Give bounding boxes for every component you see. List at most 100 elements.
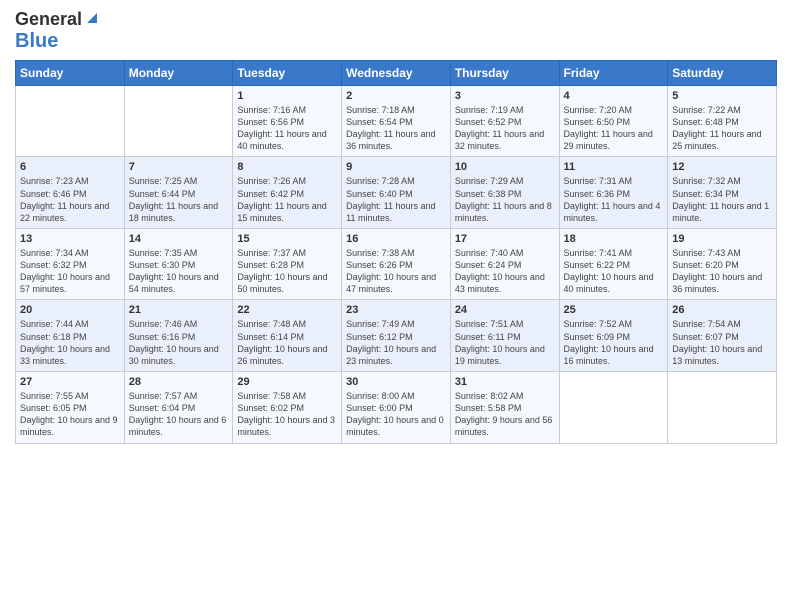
calendar-week-5: 27 Sunrise: 7:55 AM Sunset: 6:05 PM Dayli… xyxy=(16,372,777,444)
cell-content: Sunrise: 7:57 AM Sunset: 6:04 PM Dayligh… xyxy=(129,390,229,439)
cell-content: Sunrise: 7:41 AM Sunset: 6:22 PM Dayligh… xyxy=(564,247,664,296)
cell-content: Sunrise: 7:31 AM Sunset: 6:36 PM Dayligh… xyxy=(564,175,664,224)
cell-content: Sunrise: 7:40 AM Sunset: 6:24 PM Dayligh… xyxy=(455,247,555,296)
calendar-cell: 5 Sunrise: 7:22 AM Sunset: 6:48 PM Daylig… xyxy=(668,85,777,157)
calendar-table: SundayMondayTuesdayWednesdayThursdayFrid… xyxy=(15,60,777,444)
calendar-cell: 31Sunrise: 8:02 AM Sunset: 5:58 PM Dayli… xyxy=(450,372,559,444)
day-number: 27 xyxy=(20,376,120,388)
calendar-cell xyxy=(668,372,777,444)
calendar-cell: 13 Sunrise: 7:34 AM Sunset: 6:32 PM Dayli… xyxy=(16,228,125,300)
cell-content: Sunrise: 7:16 AM Sunset: 6:56 PM Dayligh… xyxy=(237,104,337,153)
calendar-header-row: SundayMondayTuesdayWednesdayThursdayFrid… xyxy=(16,60,777,85)
calendar-cell: 20 Sunrise: 7:44 AM Sunset: 6:18 PM Dayli… xyxy=(16,300,125,372)
calendar-cell: 6 Sunrise: 7:23 AM Sunset: 6:46 PM Daylig… xyxy=(16,157,125,229)
cell-content: Sunrise: 7:43 AM Sunset: 6:20 PM Dayligh… xyxy=(672,247,772,296)
calendar-week-3: 13 Sunrise: 7:34 AM Sunset: 6:32 PM Dayli… xyxy=(16,228,777,300)
calendar-cell: 28 Sunrise: 7:57 AM Sunset: 6:04 PM Dayli… xyxy=(124,372,233,444)
logo-general: General xyxy=(15,10,82,30)
cell-content: Sunrise: 7:38 AM Sunset: 6:26 PM Dayligh… xyxy=(346,247,446,296)
cell-content: Sunrise: 7:32 AM Sunset: 6:34 PM Dayligh… xyxy=(672,175,772,224)
cell-content: Sunrise: 7:23 AM Sunset: 6:46 PM Dayligh… xyxy=(20,175,120,224)
day-number: 8 xyxy=(237,161,337,173)
cell-content: Sunrise: 7:29 AM Sunset: 6:38 PM Dayligh… xyxy=(455,175,555,224)
cell-content: Sunrise: 7:51 AM Sunset: 6:11 PM Dayligh… xyxy=(455,318,555,367)
day-number: 6 xyxy=(20,161,120,173)
cell-content: Sunrise: 7:55 AM Sunset: 6:05 PM Dayligh… xyxy=(20,390,120,439)
day-number: 9 xyxy=(346,161,446,173)
cell-content: Sunrise: 7:54 AM Sunset: 6:07 PM Dayligh… xyxy=(672,318,772,367)
day-number: 20 xyxy=(20,304,120,316)
header-tuesday: Tuesday xyxy=(233,60,342,85)
calendar-cell: 15Sunrise: 7:37 AM Sunset: 6:28 PM Dayli… xyxy=(233,228,342,300)
day-number: 22 xyxy=(237,304,337,316)
day-number: 3 xyxy=(455,90,555,102)
header-thursday: Thursday xyxy=(450,60,559,85)
day-number: 12 xyxy=(672,161,772,173)
day-number: 18 xyxy=(564,233,664,245)
calendar-cell: 30Sunrise: 8:00 AM Sunset: 6:00 PM Dayli… xyxy=(342,372,451,444)
day-number: 19 xyxy=(672,233,772,245)
header-friday: Friday xyxy=(559,60,668,85)
day-number: 14 xyxy=(129,233,229,245)
cell-content: Sunrise: 7:44 AM Sunset: 6:18 PM Dayligh… xyxy=(20,318,120,367)
day-number: 11 xyxy=(564,161,664,173)
day-number: 25 xyxy=(564,304,664,316)
day-number: 1 xyxy=(237,90,337,102)
calendar-cell: 7 Sunrise: 7:25 AM Sunset: 6:44 PM Daylig… xyxy=(124,157,233,229)
calendar-cell: 19 Sunrise: 7:43 AM Sunset: 6:20 PM Dayli… xyxy=(668,228,777,300)
cell-content: Sunrise: 7:20 AM Sunset: 6:50 PM Dayligh… xyxy=(564,104,664,153)
logo-blue: Blue xyxy=(15,30,58,52)
calendar-week-2: 6 Sunrise: 7:23 AM Sunset: 6:46 PM Daylig… xyxy=(16,157,777,229)
day-number: 21 xyxy=(129,304,229,316)
cell-content: Sunrise: 7:26 AM Sunset: 6:42 PM Dayligh… xyxy=(237,175,337,224)
calendar-cell: 11 Sunrise: 7:31 AM Sunset: 6:36 PM Dayli… xyxy=(559,157,668,229)
cell-content: Sunrise: 7:22 AM Sunset: 6:48 PM Dayligh… xyxy=(672,104,772,153)
cell-content: Sunrise: 8:00 AM Sunset: 6:00 PM Dayligh… xyxy=(346,390,446,439)
calendar-cell: 22 Sunrise: 7:48 AM Sunset: 6:14 PM Dayli… xyxy=(233,300,342,372)
day-number: 5 xyxy=(672,90,772,102)
header-saturday: Saturday xyxy=(668,60,777,85)
cell-content: Sunrise: 7:25 AM Sunset: 6:44 PM Dayligh… xyxy=(129,175,229,224)
cell-content: Sunrise: 7:18 AM Sunset: 6:54 PM Dayligh… xyxy=(346,104,446,153)
cell-content: Sunrise: 7:28 AM Sunset: 6:40 PM Dayligh… xyxy=(346,175,446,224)
calendar-cell: 23Sunrise: 7:49 AM Sunset: 6:12 PM Dayli… xyxy=(342,300,451,372)
day-number: 26 xyxy=(672,304,772,316)
calendar-cell: 16 Sunrise: 7:38 AM Sunset: 6:26 PM Dayli… xyxy=(342,228,451,300)
cell-content: Sunrise: 7:35 AM Sunset: 6:30 PM Dayligh… xyxy=(129,247,229,296)
calendar-cell: 4 Sunrise: 7:20 AM Sunset: 6:50 PM Daylig… xyxy=(559,85,668,157)
day-number: 13 xyxy=(20,233,120,245)
header-monday: Monday xyxy=(124,60,233,85)
header-sunday: Sunday xyxy=(16,60,125,85)
day-number: 31 xyxy=(455,376,555,388)
calendar-cell: 26 Sunrise: 7:54 AM Sunset: 6:07 PM Dayli… xyxy=(668,300,777,372)
calendar-cell: 3 Sunrise: 7:19 AM Sunset: 6:52 PM Daylig… xyxy=(450,85,559,157)
calendar-cell: 18 Sunrise: 7:41 AM Sunset: 6:22 PM Dayli… xyxy=(559,228,668,300)
day-number: 4 xyxy=(564,90,664,102)
cell-content: Sunrise: 7:19 AM Sunset: 6:52 PM Dayligh… xyxy=(455,104,555,153)
calendar-week-1: 1 Sunrise: 7:16 AM Sunset: 6:56 PM Daylig… xyxy=(16,85,777,157)
day-number: 16 xyxy=(346,233,446,245)
cell-content: Sunrise: 7:58 AM Sunset: 6:02 PM Dayligh… xyxy=(237,390,337,439)
day-number: 24 xyxy=(455,304,555,316)
calendar-cell: 1 Sunrise: 7:16 AM Sunset: 6:56 PM Daylig… xyxy=(233,85,342,157)
day-number: 28 xyxy=(129,376,229,388)
calendar-cell: 17Sunrise: 7:40 AM Sunset: 6:24 PM Dayli… xyxy=(450,228,559,300)
calendar-cell: 10Sunrise: 7:29 AM Sunset: 6:38 PM Dayli… xyxy=(450,157,559,229)
day-number: 7 xyxy=(129,161,229,173)
cell-content: Sunrise: 7:34 AM Sunset: 6:32 PM Dayligh… xyxy=(20,247,120,296)
day-number: 29 xyxy=(237,376,337,388)
calendar-cell xyxy=(559,372,668,444)
calendar-cell: 24 Sunrise: 7:51 AM Sunset: 6:11 PM Dayli… xyxy=(450,300,559,372)
calendar-cell: 8 Sunrise: 7:26 AM Sunset: 6:42 PM Daylig… xyxy=(233,157,342,229)
cell-content: Sunrise: 7:49 AM Sunset: 6:12 PM Dayligh… xyxy=(346,318,446,367)
calendar-cell xyxy=(124,85,233,157)
calendar-cell: 2Sunrise: 7:18 AM Sunset: 6:54 PM Daylig… xyxy=(342,85,451,157)
logo: General Blue xyxy=(15,10,101,52)
cell-content: Sunrise: 7:37 AM Sunset: 6:28 PM Dayligh… xyxy=(237,247,337,296)
calendar-week-4: 20 Sunrise: 7:44 AM Sunset: 6:18 PM Dayli… xyxy=(16,300,777,372)
cell-content: Sunrise: 7:46 AM Sunset: 6:16 PM Dayligh… xyxy=(129,318,229,367)
calendar-cell: 9 Sunrise: 7:28 AM Sunset: 6:40 PM Daylig… xyxy=(342,157,451,229)
cell-content: Sunrise: 7:48 AM Sunset: 6:14 PM Dayligh… xyxy=(237,318,337,367)
calendar-cell xyxy=(16,85,125,157)
calendar-cell: 12 Sunrise: 7:32 AM Sunset: 6:34 PM Dayli… xyxy=(668,157,777,229)
